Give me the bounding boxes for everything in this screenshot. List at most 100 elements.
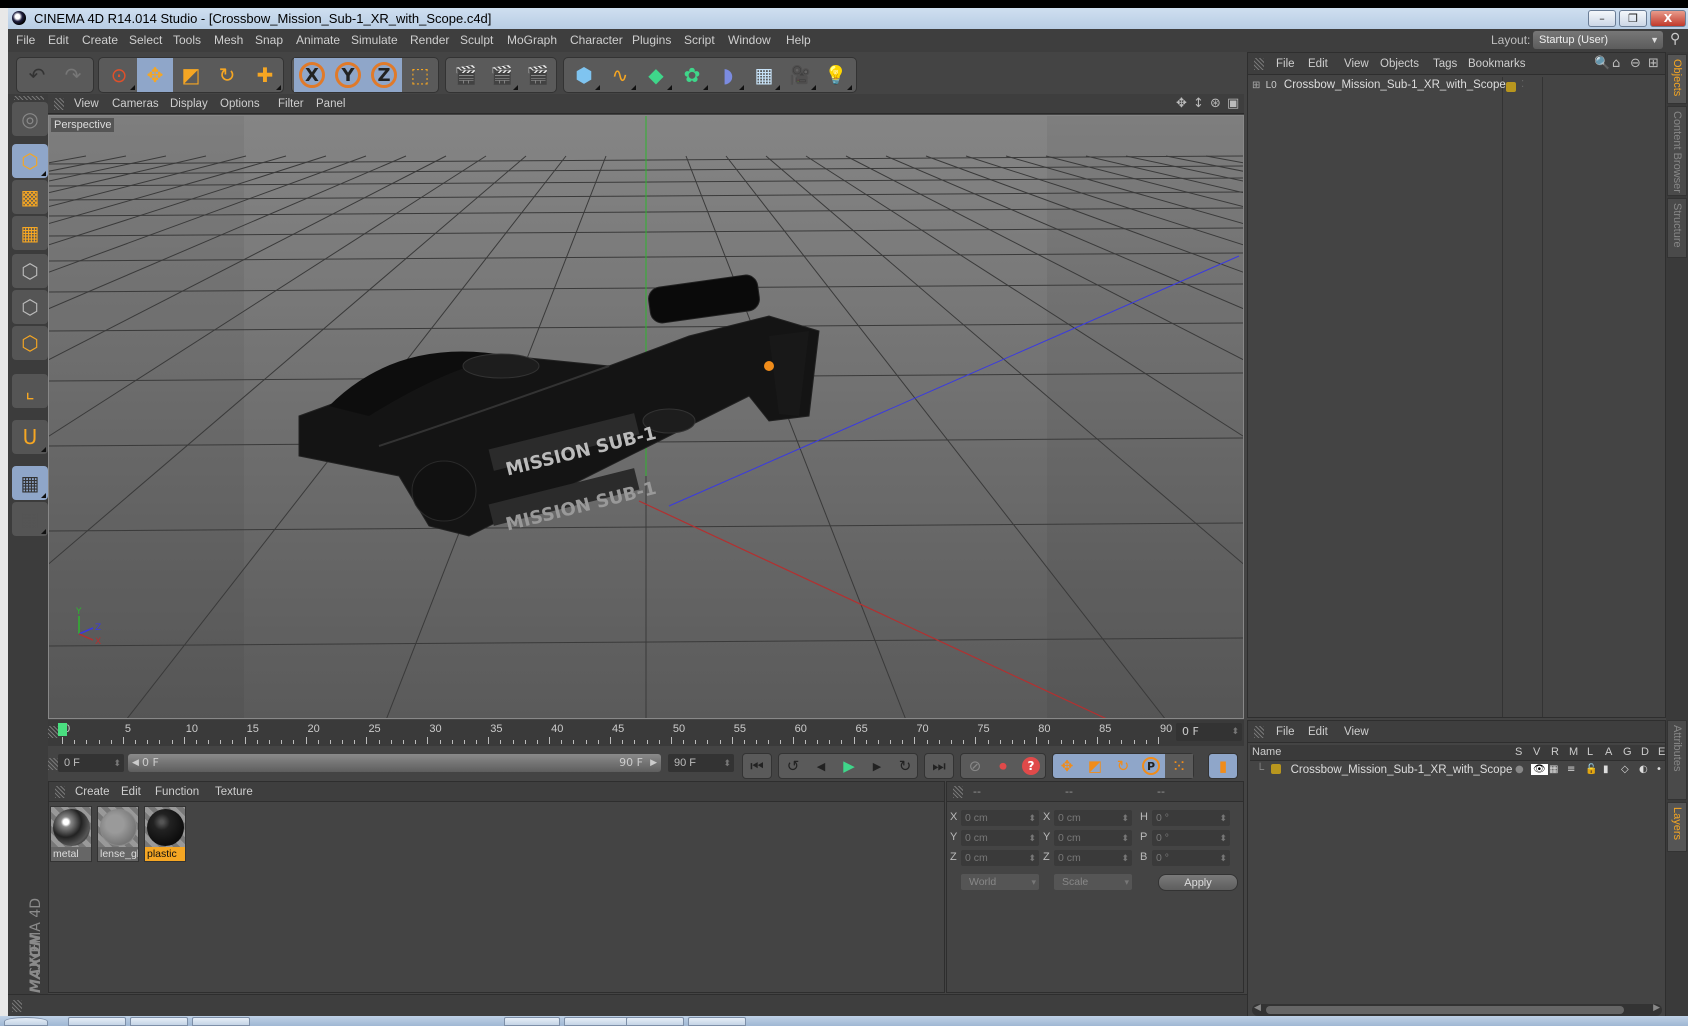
x-axis-lock-button[interactable]: X <box>294 58 330 92</box>
cloner-button[interactable]: ✿ <box>674 58 710 92</box>
spinner-icon[interactable]: ⬍ <box>1219 810 1227 826</box>
menu-simulate[interactable]: Simulate <box>351 33 398 47</box>
next-key-button[interactable]: ↻ <box>891 754 919 778</box>
menu-help[interactable]: Help <box>786 33 811 47</box>
render-view-button[interactable]: 🎬 <box>448 58 484 92</box>
minimize-button[interactable]: – <box>1588 10 1616 27</box>
cinema4d-app-icon[interactable] <box>12 11 26 25</box>
layers-menu-edit[interactable]: Edit <box>1308 726 1328 738</box>
menu-sculpt[interactable]: Sculpt <box>460 33 493 47</box>
object-row[interactable]: ⊞ L0 Crossbow_Mission_Sub-1_XR_with_Scop… <box>1252 79 1506 95</box>
close-button[interactable]: X <box>1650 10 1686 27</box>
scrollbar-thumb[interactable] <box>1266 1006 1624 1014</box>
workplane-align-button[interactable]: ▦ <box>12 502 48 536</box>
tab-attributes[interactable]: Attributes <box>1667 720 1687 800</box>
viewport-menu-cameras[interactable]: Cameras <box>112 98 159 110</box>
spinner-icon[interactable]: ⬍ <box>1121 830 1129 846</box>
menu-file[interactable]: File <box>16 33 35 47</box>
generator-icon[interactable]: ◇ <box>1621 764 1629 775</box>
size-z-field[interactable]: 0 cm ⬍ <box>1054 850 1132 866</box>
taskbar-app[interactable] <box>68 1017 126 1026</box>
spinner-icon[interactable]: ⬍ <box>1219 830 1227 846</box>
column-animation[interactable]: A <box>1605 746 1612 758</box>
horizontal-scrollbar[interactable]: ◀ ▶ <box>1252 1003 1662 1016</box>
visibility-dots-icon[interactable]: ⁚ <box>1521 79 1524 90</box>
scroll-right-icon[interactable]: ▶ <box>1653 1003 1660 1013</box>
manager-tree-icon[interactable]: ≡ <box>1567 764 1575 775</box>
workplane-mode-button[interactable]: ▦ <box>12 216 48 250</box>
deformer-bend-button[interactable]: ◗ <box>710 58 746 92</box>
objects-menu-file[interactable]: File <box>1276 58 1295 70</box>
size-x-field[interactable]: 0 cm ⬍ <box>1054 810 1132 826</box>
orbit-view-icon[interactable]: ⊛ <box>1210 96 1221 111</box>
start-button[interactable] <box>4 1017 48 1026</box>
menu-character[interactable]: Character <box>570 33 623 47</box>
material-menu-texture[interactable]: Texture <box>215 786 253 798</box>
search-icon[interactable]: ⚲ <box>1670 31 1680 47</box>
grip-handle[interactable] <box>1254 58 1264 70</box>
menu-create[interactable]: Create <box>82 33 118 47</box>
spinner-icon[interactable]: ⬍ <box>1028 830 1036 846</box>
undo-button[interactable]: ↶ <box>19 58 55 92</box>
layers-menu-view[interactable]: View <box>1344 726 1369 738</box>
viewport-menu-options[interactable]: Options <box>220 98 260 110</box>
apply-button[interactable]: Apply <box>1158 874 1238 891</box>
home-icon[interactable]: ⌂ <box>1612 56 1620 71</box>
column-render[interactable]: R <box>1551 746 1559 758</box>
viewport-menu-panel[interactable]: Panel <box>316 98 345 110</box>
material-menu-function[interactable]: Function <box>155 786 199 798</box>
material-menu-edit[interactable]: Edit <box>121 786 141 798</box>
subdivision-surface-button[interactable]: ◆ <box>638 58 674 92</box>
current-frame-field[interactable]: 0 F ⬍ <box>1176 723 1242 741</box>
range-left-arrow-icon[interactable]: ◀ <box>132 754 139 772</box>
make-editable-button[interactable]: ◎ <box>12 102 48 136</box>
tab-layers[interactable]: Layers <box>1667 802 1687 852</box>
column-expressions[interactable]: E <box>1658 746 1665 758</box>
play-forward-button[interactable]: ▶ <box>835 754 863 778</box>
coordinate-system-button[interactable]: ⬚ <box>402 58 438 92</box>
layer-row[interactable]: └ Crossbow_Mission_Sub-1_XR_with_Scope <box>1256 763 1512 779</box>
rotation-h-field[interactable]: 0 ° ⬍ <box>1152 810 1230 826</box>
cube-primitive-button[interactable]: ⬢ <box>566 58 602 92</box>
animation-film-icon[interactable]: ▮ <box>1603 764 1609 775</box>
layout-select[interactable]: Startup (User) ▼ <box>1533 31 1663 49</box>
material-plastic[interactable]: plastic <box>144 806 186 862</box>
previous-frame-button[interactable]: ◀ <box>807 754 835 778</box>
layer-color-swatch[interactable] <box>1506 82 1516 92</box>
lock-icon[interactable]: 🔓 <box>1585 764 1597 775</box>
pan-view-icon[interactable]: ✥ <box>1176 96 1187 111</box>
menu-script[interactable]: Script <box>684 33 715 47</box>
edges-mode-button[interactable]: ⬡ <box>12 290 48 324</box>
redo-button[interactable]: ↷ <box>55 58 91 92</box>
spinner-icon[interactable]: ⬍ <box>113 754 121 772</box>
position-x-field[interactable]: 0 cm ⬍ <box>961 810 1039 826</box>
taskbar-app[interactable] <box>192 1017 250 1026</box>
search-icon[interactable]: 🔍 <box>1594 56 1610 71</box>
rotation-p-field[interactable]: 0 ° ⬍ <box>1152 830 1230 846</box>
grip-handle[interactable] <box>54 98 64 110</box>
objects-menu-edit[interactable]: Edit <box>1308 58 1328 70</box>
camera-button[interactable]: 🎥 <box>782 58 818 92</box>
tab-content-browser[interactable]: Content Browser <box>1667 106 1687 196</box>
column-deformers[interactable]: D <box>1641 746 1649 758</box>
spinner-icon[interactable]: ⬍ <box>1121 810 1129 826</box>
objects-menu-objects[interactable]: Objects <box>1380 58 1419 70</box>
menu-animate[interactable]: Animate <box>296 33 340 47</box>
spinner-icon[interactable]: ⬍ <box>1121 850 1129 866</box>
record-active-objects-button[interactable]: ⊘ <box>961 754 989 778</box>
deformer-icon[interactable]: ◐ <box>1639 764 1648 775</box>
viewport-menu-display[interactable]: Display <box>170 98 208 110</box>
material-lense-gl[interactable]: lense_gl <box>97 806 139 862</box>
expression-icon[interactable]: • <box>1656 764 1662 775</box>
points-mode-button[interactable]: ⬡ <box>12 254 48 288</box>
link-icon[interactable]: ⊖ <box>1630 56 1641 71</box>
previous-key-button[interactable]: ↺ <box>779 754 807 778</box>
record-point-level-button[interactable]: ⁙ <box>1165 754 1193 778</box>
playhead[interactable] <box>58 723 67 736</box>
grip-handle[interactable] <box>48 758 58 770</box>
taskbar-app[interactable] <box>688 1017 746 1026</box>
preview-range-slider[interactable]: ◀ 0 F 90 F ▶ <box>128 754 661 772</box>
go-to-end-button[interactable]: ⏭ <box>925 754 953 778</box>
grip-handle[interactable] <box>14 96 44 100</box>
viewport-menu-view[interactable]: View <box>74 98 99 110</box>
